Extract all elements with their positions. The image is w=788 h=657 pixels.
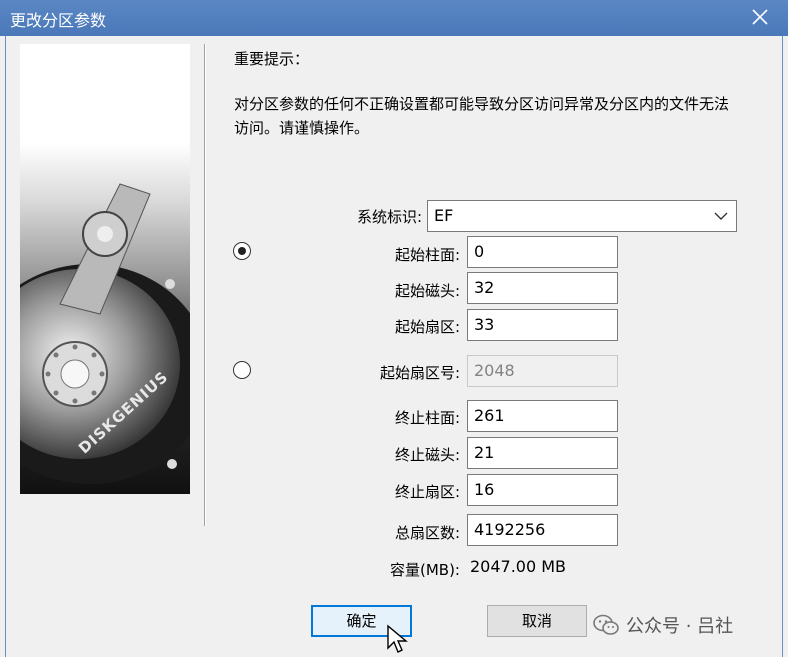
system-id-value: EF bbox=[434, 206, 454, 225]
start-lba-input[interactable]: 2048 bbox=[467, 355, 618, 387]
system-id-select[interactable]: EF bbox=[427, 200, 737, 232]
end-head-input[interactable]: 21 bbox=[467, 437, 618, 469]
end-sector-label: 终止扇区: bbox=[394, 483, 460, 501]
capacity-label: 容量(MB): bbox=[390, 561, 460, 579]
window-title: 更改分区参数 bbox=[10, 11, 107, 30]
chs-start-radio[interactable] bbox=[233, 242, 251, 260]
capacity-value: 2047.00 MB bbox=[470, 557, 567, 576]
chevron-down-icon bbox=[714, 212, 728, 220]
close-icon bbox=[752, 9, 768, 25]
start-cylinder-label: 起始柱面: bbox=[394, 246, 460, 264]
total-sectors-input[interactable]: 4192256 bbox=[467, 514, 618, 546]
change-partition-params-dialog: 更改分区参数 DISKGENIUS 重要提示： 对分区参数的任何不正确设置都可能… bbox=[0, 0, 788, 657]
system-id-label: 系统标识: bbox=[356, 208, 422, 226]
start-sector-input[interactable]: 33 bbox=[467, 309, 618, 341]
wechat-icon bbox=[593, 614, 619, 635]
start-sector-label: 起始扇区: bbox=[394, 318, 460, 336]
warning-text: 对分区参数的任何不正确设置都可能导致分区访问异常及分区内的文件无法访问。请谨慎操… bbox=[234, 95, 730, 137]
start-cylinder-input[interactable]: 0 bbox=[467, 236, 618, 268]
watermark: 公众号 · 吕社 bbox=[592, 612, 733, 638]
start-head-input[interactable]: 32 bbox=[467, 272, 618, 304]
end-cylinder-input[interactable]: 261 bbox=[467, 400, 618, 432]
close-button[interactable] bbox=[750, 4, 774, 30]
warning-heading: 重要提示： bbox=[234, 50, 310, 68]
title-bar: 更改分区参数 bbox=[0, 0, 788, 36]
vertical-divider bbox=[204, 44, 206, 526]
end-head-label: 终止磁头: bbox=[394, 446, 460, 464]
total-sectors-label: 总扇区数: bbox=[394, 524, 460, 542]
lba-start-radio[interactable] bbox=[233, 361, 251, 379]
watermark-text: 公众号 · 吕社 bbox=[626, 616, 734, 637]
start-head-label: 起始磁头: bbox=[394, 282, 460, 300]
start-lba-label: 起始扇区号: bbox=[379, 364, 460, 382]
end-sector-input[interactable]: 16 bbox=[467, 474, 618, 506]
mouse-pointer-icon bbox=[387, 624, 408, 653]
diskgenius-side-image: DISKGENIUS bbox=[20, 44, 190, 494]
radio-selected-dot bbox=[238, 247, 246, 255]
end-cylinder-label: 终止柱面: bbox=[394, 409, 460, 427]
cancel-button[interactable]: 取消 bbox=[487, 605, 587, 637]
